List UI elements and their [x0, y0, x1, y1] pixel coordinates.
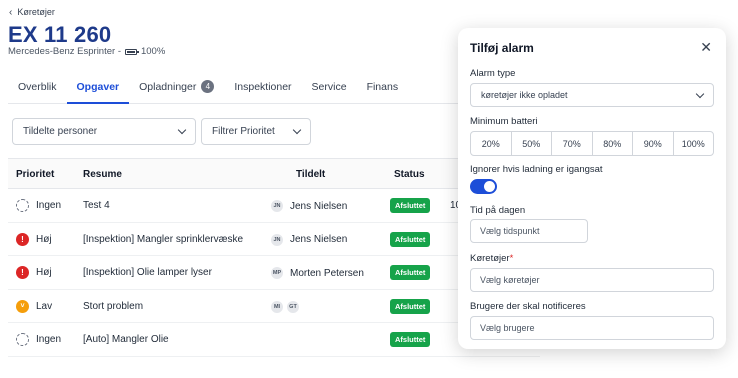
ignore-charging-label: Ignorer hvis ladning er igangsat	[470, 164, 603, 175]
page-title: EX 11 260	[8, 22, 112, 47]
avatar: JN	[270, 199, 284, 213]
tab-overblik[interactable]: Overblik	[8, 74, 67, 104]
battery-percentage: 100%	[140, 46, 166, 57]
tab-bar: Overblik Opgaver Opladninger 4 Inspektion…	[8, 74, 536, 104]
priority-cell: ˅ Lav	[16, 299, 53, 313]
vehicle-model: Mercedes-Benz Esprinter -	[8, 46, 121, 57]
alarm-type-label: Alarm type	[470, 68, 516, 79]
notify-users-label: Brugere der skal notificeres	[470, 301, 586, 312]
time-placeholder: Vælg tidspunkt	[480, 226, 540, 236]
priority-label: Ingen	[36, 334, 62, 345]
battery-option[interactable]: 70%	[552, 132, 593, 155]
battery-option[interactable]: 90%	[633, 132, 674, 155]
priority-cell: ! Høj	[16, 266, 52, 279]
avatar: JN	[270, 232, 284, 247]
tab-inspektioner[interactable]: Inspektioner	[224, 74, 301, 104]
tab-finans[interactable]: Finans	[357, 74, 409, 104]
priority-cell: Ingen	[16, 199, 61, 212]
priority-filter[interactable]: Filtrer Prioritet	[201, 118, 311, 145]
vehicles-label-text: Køretøjer	[470, 253, 510, 264]
column-header[interactable]: Resume	[83, 169, 122, 180]
required-marker: *	[509, 253, 514, 264]
panel-title: Tilføj alarm	[470, 41, 534, 55]
tab-label: Service	[311, 81, 347, 93]
vehicles-placeholder: Vælg køretøjer	[480, 275, 540, 285]
tab-label: Inspektioner	[234, 81, 292, 93]
assigned-cell: MI GT	[270, 299, 300, 314]
close-icon[interactable]: ✕	[700, 39, 712, 56]
assigned-name: Jens Nielsen	[290, 234, 348, 245]
priority-label: Ingen	[36, 200, 62, 211]
tab-service[interactable]: Service	[302, 74, 357, 104]
priority-label: Lav	[36, 300, 53, 312]
chevron-left-icon: ‹	[9, 6, 13, 18]
vehicles-select[interactable]: Vælg køretøjer	[470, 268, 714, 292]
vehicle-subtitle: Mercedes-Benz Esprinter - 100%	[8, 46, 165, 57]
battery-segmented-control: 20% 50% 70% 80% 90% 100%	[470, 131, 714, 156]
tab-label: Overblik	[18, 81, 57, 93]
tab-count-badge: 4	[201, 80, 215, 93]
users-select[interactable]: Vælg brugere	[470, 316, 714, 340]
status-badge: Afsluttet	[390, 332, 431, 347]
chevron-down-icon	[177, 125, 187, 135]
dashed-circle-icon	[16, 333, 29, 346]
dashed-circle-icon	[16, 199, 29, 212]
status-badge: Afsluttet	[390, 231, 431, 247]
tab-label: Opgaver	[76, 81, 120, 93]
vehicles-label: Køretøjer*	[470, 253, 513, 264]
priority-label: Høj	[36, 267, 52, 278]
priority-cell: ! Høj	[16, 232, 52, 246]
avatar: MP	[270, 266, 284, 280]
battery-option[interactable]: 80%	[593, 132, 633, 155]
users-placeholder: Vælg brugere	[480, 323, 535, 333]
battery-option[interactable]: 100%	[674, 132, 714, 155]
resume-cell: Test 4	[83, 200, 110, 211]
priority-label: Høj	[36, 233, 52, 245]
column-header[interactable]: Tildelt	[296, 169, 325, 180]
min-battery-label: Minimum batteri	[470, 116, 538, 127]
priority-cell: Ingen	[16, 333, 61, 346]
resume-cell: [Inspektion] Mangler sprinklervæske	[83, 233, 244, 245]
battery-option[interactable]: 50%	[512, 132, 552, 155]
tab-opladninger[interactable]: Opladninger 4	[129, 74, 224, 104]
status-badge: Afsluttet	[390, 265, 431, 280]
assigned-name: Jens Nielsen	[290, 200, 348, 212]
assigned-persons-filter[interactable]: Tildelte personer	[12, 118, 196, 145]
tab-opgaver[interactable]: Opgaver	[66, 74, 130, 104]
alarm-type-value: køretøjer ikke opladet	[481, 90, 568, 100]
time-of-day-label: Tid på dagen	[470, 205, 526, 216]
filter-label: Filtrer Prioritet	[212, 126, 275, 137]
back-label: Køretøjer	[17, 7, 55, 17]
assigned-cell: JN Jens Nielsen	[270, 199, 347, 213]
column-header[interactable]: Prioritet	[16, 169, 54, 180]
battery-option[interactable]: 20%	[471, 132, 512, 155]
exclamation-icon: !	[16, 232, 29, 246]
chevron-down-icon	[695, 89, 705, 98]
avatar: MI	[270, 299, 284, 314]
alarm-type-select[interactable]: køretøjer ikke opladet	[470, 83, 714, 107]
column-header[interactable]: Status	[394, 169, 425, 180]
status-badge: Afsluttet	[390, 298, 431, 314]
exclamation-icon: !	[16, 266, 29, 279]
tab-label: Finans	[366, 81, 399, 93]
chevron-down-icon: ˅	[16, 299, 29, 313]
resume-cell: [Auto] Mangler Olie	[83, 334, 169, 345]
avatar: GT	[286, 299, 300, 314]
add-alarm-panel: Tilføj alarm ✕ Alarm type køretøjer ikke…	[458, 28, 726, 349]
resume-cell: [Inspektion] Olie lamper lyser	[83, 267, 212, 278]
status-badge: Afsluttet	[390, 198, 431, 213]
chevron-down-icon	[292, 125, 302, 135]
assigned-name: Morten Petersen	[290, 267, 364, 279]
filter-label: Tildelte personer	[23, 126, 98, 137]
resume-cell: Stort problem	[83, 300, 144, 312]
back-link[interactable]: ‹ Køretøjer	[9, 7, 55, 17]
tab-label: Opladninger	[139, 81, 197, 93]
ignore-charging-toggle[interactable]	[470, 179, 497, 194]
assigned-cell: JN Jens Nielsen	[270, 232, 348, 247]
battery-icon	[124, 48, 139, 55]
time-picker-input[interactable]: Vælg tidspunkt	[470, 219, 588, 243]
assigned-cell: MP Morten Petersen	[270, 266, 364, 280]
